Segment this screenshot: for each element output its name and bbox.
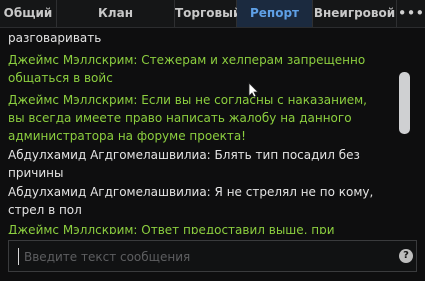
tab-clan[interactable]: Клан <box>57 0 175 27</box>
tab-trade[interactable]: Торговый <box>175 0 241 27</box>
tab-report[interactable]: Репорт <box>237 0 313 27</box>
chat-message: Джеймс Мэллскрим: Ответ предоставил выше… <box>8 223 335 234</box>
chat-message: Абдулхамид Агдгомелашвилиа: Блять тип по… <box>8 148 360 180</box>
chat-message-list: разговаривать Джеймс Мэллскрим: Стежерам… <box>0 28 400 234</box>
message-input-box[interactable]: ? <box>8 240 417 272</box>
chat-message: Абдулхамид Агдгомелашвилиа: Я не стрелял… <box>8 185 374 217</box>
chat-message: Джеймс Мэллскрим: Если вы не согласны с … <box>8 93 367 143</box>
chat-message: Джеймс Мэллскрим: Стежерам и хелперам за… <box>8 53 366 85</box>
chat-tab-bar: Общий Клан Торговый Репорт Внеигровой ••… <box>0 0 425 28</box>
tab-offgame[interactable]: Внеигровой <box>313 0 397 27</box>
chat-scrollbar-thumb[interactable] <box>399 72 410 134</box>
help-icon[interactable]: ? <box>399 249 413 263</box>
chat-message: разговаривать <box>8 31 102 45</box>
message-input[interactable] <box>22 245 386 269</box>
more-options-button[interactable]: ••• <box>397 0 425 27</box>
mouse-cursor-icon <box>248 82 259 98</box>
tab-general[interactable]: Общий <box>0 0 57 27</box>
text-caret <box>18 248 19 265</box>
